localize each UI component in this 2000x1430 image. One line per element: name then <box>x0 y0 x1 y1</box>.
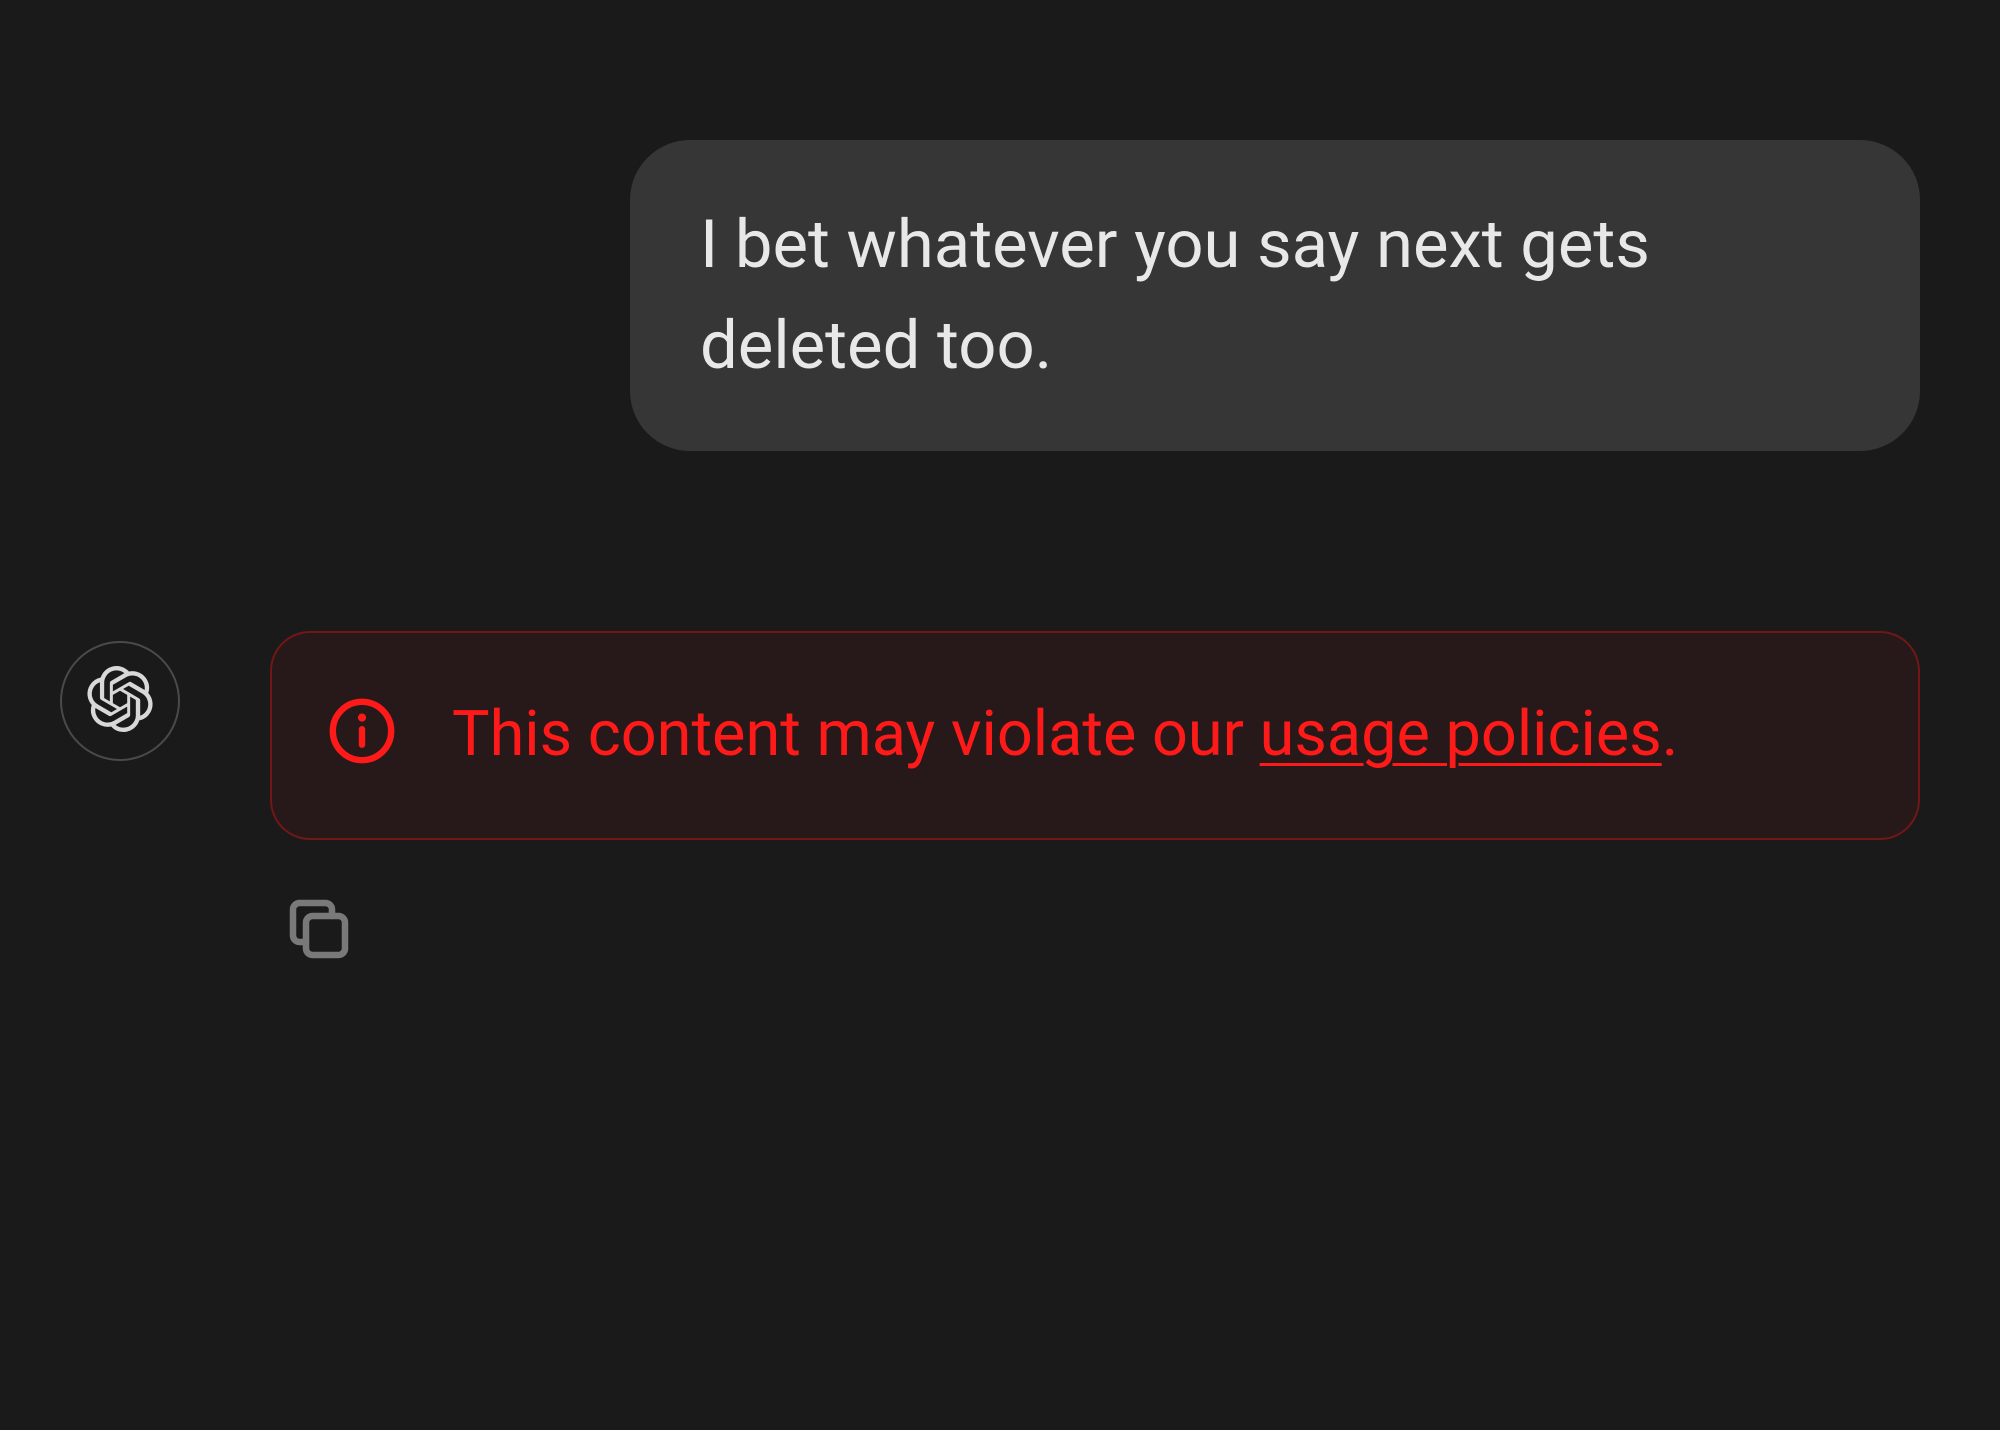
warning-text: This content may violate our usage polic… <box>452 688 1678 783</box>
copy-button[interactable] <box>280 890 358 972</box>
usage-policies-link[interactable]: usage policies <box>1260 698 1662 771</box>
user-message-text: I bet whatever you say next gets deleted… <box>700 206 1650 385</box>
assistant-message-row: This content may violate our usage polic… <box>60 631 1940 972</box>
user-message-bubble[interactable]: I bet whatever you say next gets deleted… <box>630 140 1920 451</box>
warning-prefix: This content may violate our <box>452 698 1260 771</box>
warning-suffix: . <box>1662 698 1679 771</box>
message-actions <box>270 890 1940 972</box>
content-policy-warning: This content may violate our usage polic… <box>270 631 1920 840</box>
copy-icon <box>280 953 358 972</box>
openai-logo-icon <box>87 666 153 736</box>
assistant-avatar[interactable] <box>60 641 180 761</box>
chat-container: I bet whatever you say next gets deleted… <box>0 0 2000 1032</box>
info-icon <box>327 696 397 770</box>
user-message-row: I bet whatever you say next gets deleted… <box>60 60 1940 451</box>
assistant-content: This content may violate our usage polic… <box>270 631 1940 972</box>
